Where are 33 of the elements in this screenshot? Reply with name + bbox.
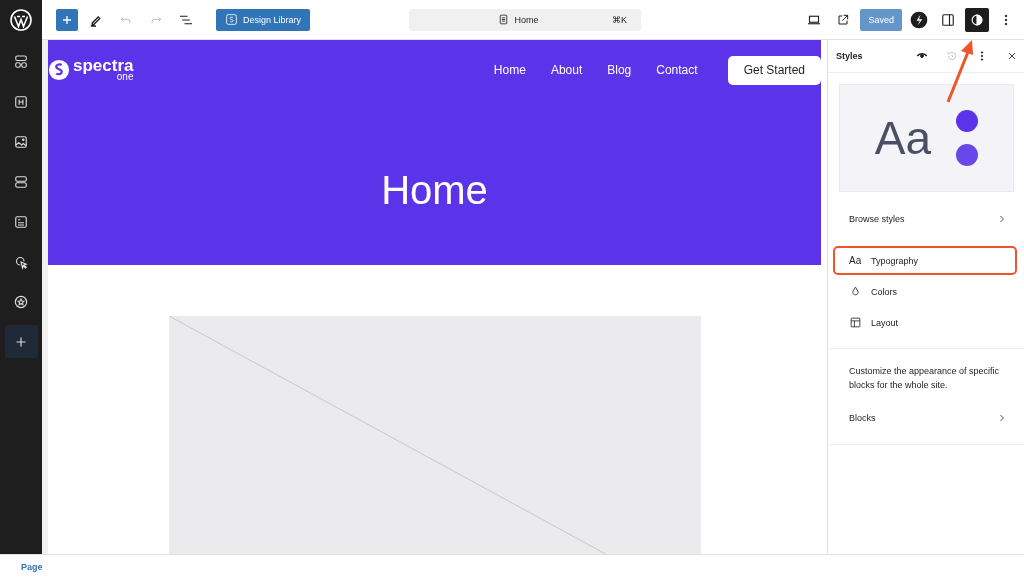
blocks-description: Customize the appearance of specific blocks for the whole site. [848,365,1001,392]
add-block-button[interactable] [56,8,78,31]
droplet-icon [849,285,862,298]
style-preview-card[interactable]: Aa [839,84,1014,192]
typography-glyph: Aa [849,255,862,266]
nav-link[interactable]: Contact [656,63,698,77]
hero-title: Home [380,168,489,213]
site-logo[interactable]: spectra one [48,59,134,81]
styles-menu-item[interactable]: Aa Typography [832,245,1018,276]
styles-menu-item[interactable]: Colors [828,276,1024,307]
nav-link[interactable]: Blog [607,63,632,77]
browse-styles-item[interactable]: Browse styles [828,203,1024,234]
styles-button[interactable] [965,7,989,32]
shortcut-hint: ⌘K [612,14,628,25]
pattern-grid-icon [12,52,30,71]
command-bar[interactable]: Home ⌘K [409,8,642,31]
get-started-button[interactable]: Get Started [727,55,821,85]
wordpress-logo-icon [9,7,33,32]
breadcrumb-link[interactable]: Page [21,561,43,572]
spectra-logo-icon [909,9,929,30]
nav-link[interactable]: About [550,63,583,77]
logo-text: spectra [73,59,134,73]
layout-icon [849,316,862,329]
logo-subtext: one [116,72,134,81]
spectra-square-icon [225,13,238,26]
preview-sample-text: Aa [874,111,932,165]
nav-link[interactable]: Home [493,63,526,77]
styles-menu-item[interactable]: Layout [828,307,1024,338]
blocks-item[interactable]: Blocks [828,402,1024,434]
design-library-button[interactable]: Design Library [216,8,311,31]
page-title: Home [514,14,539,25]
panel-title: Styles [836,51,864,61]
wordpress-logo[interactable] [0,0,42,40]
